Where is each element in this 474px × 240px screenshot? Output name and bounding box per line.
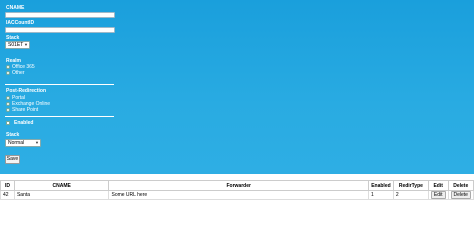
header-id: ID: [0, 180, 15, 191]
realm-radio-office365[interactable]: [6, 65, 10, 69]
delete-button[interactable]: Delete: [450, 191, 471, 199]
cell-delete: Delete: [447, 190, 474, 200]
post-redirection-radio-sharepoint[interactable]: [6, 108, 10, 112]
post-redirection-radio-portal[interactable]: [6, 96, 10, 100]
iaccountid-label: IACCountID: [6, 20, 35, 26]
header-cname: CNAME: [13, 180, 110, 191]
stack2-select-value: Normal: [8, 140, 25, 146]
post-redirection-option-sharepoint: Share Point: [12, 107, 39, 113]
cell-edit: Edit: [427, 190, 449, 200]
enabled-checkbox[interactable]: [6, 121, 10, 125]
header-redirtype: RedirType: [392, 180, 429, 191]
chevron-down-icon: ▼: [35, 140, 39, 145]
header-enabled: Enabled: [367, 180, 394, 191]
records-table: ID CNAME Forwarder Enabled RedirType Edi…: [0, 180, 474, 200]
save-button[interactable]: Save: [5, 155, 20, 164]
table-row: 42 Santa Some URL here 1 2 Edit Delete: [0, 190, 474, 200]
cell-enabled: 1: [367, 190, 394, 200]
cname-label: CNAME: [6, 5, 25, 11]
cell-cname: Santa: [13, 190, 110, 200]
post-redirection-label: Post-Redirection: [6, 88, 47, 94]
stack2-select[interactable]: Normal ▼: [5, 139, 41, 147]
realm-radio-other[interactable]: [6, 71, 10, 75]
iaccountid-input[interactable]: [5, 27, 115, 33]
divider: [5, 84, 114, 85]
enabled-label: Enabled: [14, 120, 34, 126]
divider: [5, 116, 114, 117]
cell-forwarder: Some URL here: [108, 190, 369, 200]
stack2-label: Stack: [6, 132, 20, 138]
header-edit: Edit: [427, 180, 449, 191]
chevron-down-icon: ▼: [24, 42, 28, 47]
realm-option-other: Other: [12, 70, 25, 76]
cname-input[interactable]: [5, 12, 115, 18]
cell-redirtype: 2: [392, 190, 429, 200]
table-header-row: ID CNAME Forwarder Enabled RedirType Edi…: [0, 180, 474, 191]
edit-button[interactable]: Edit: [430, 191, 446, 199]
stack-select[interactable]: S01ET ▼: [5, 41, 30, 49]
stack-select-value: S01ET: [8, 42, 24, 48]
header-forwarder: Forwarder: [108, 180, 369, 191]
post-redirection-radio-exchange[interactable]: [6, 102, 10, 106]
form-panel: CNAME IACCountID Stack S01ET ▼ Realm Off…: [0, 0, 474, 174]
header-delete: Delete: [447, 180, 474, 191]
cell-id: 42: [0, 190, 15, 200]
